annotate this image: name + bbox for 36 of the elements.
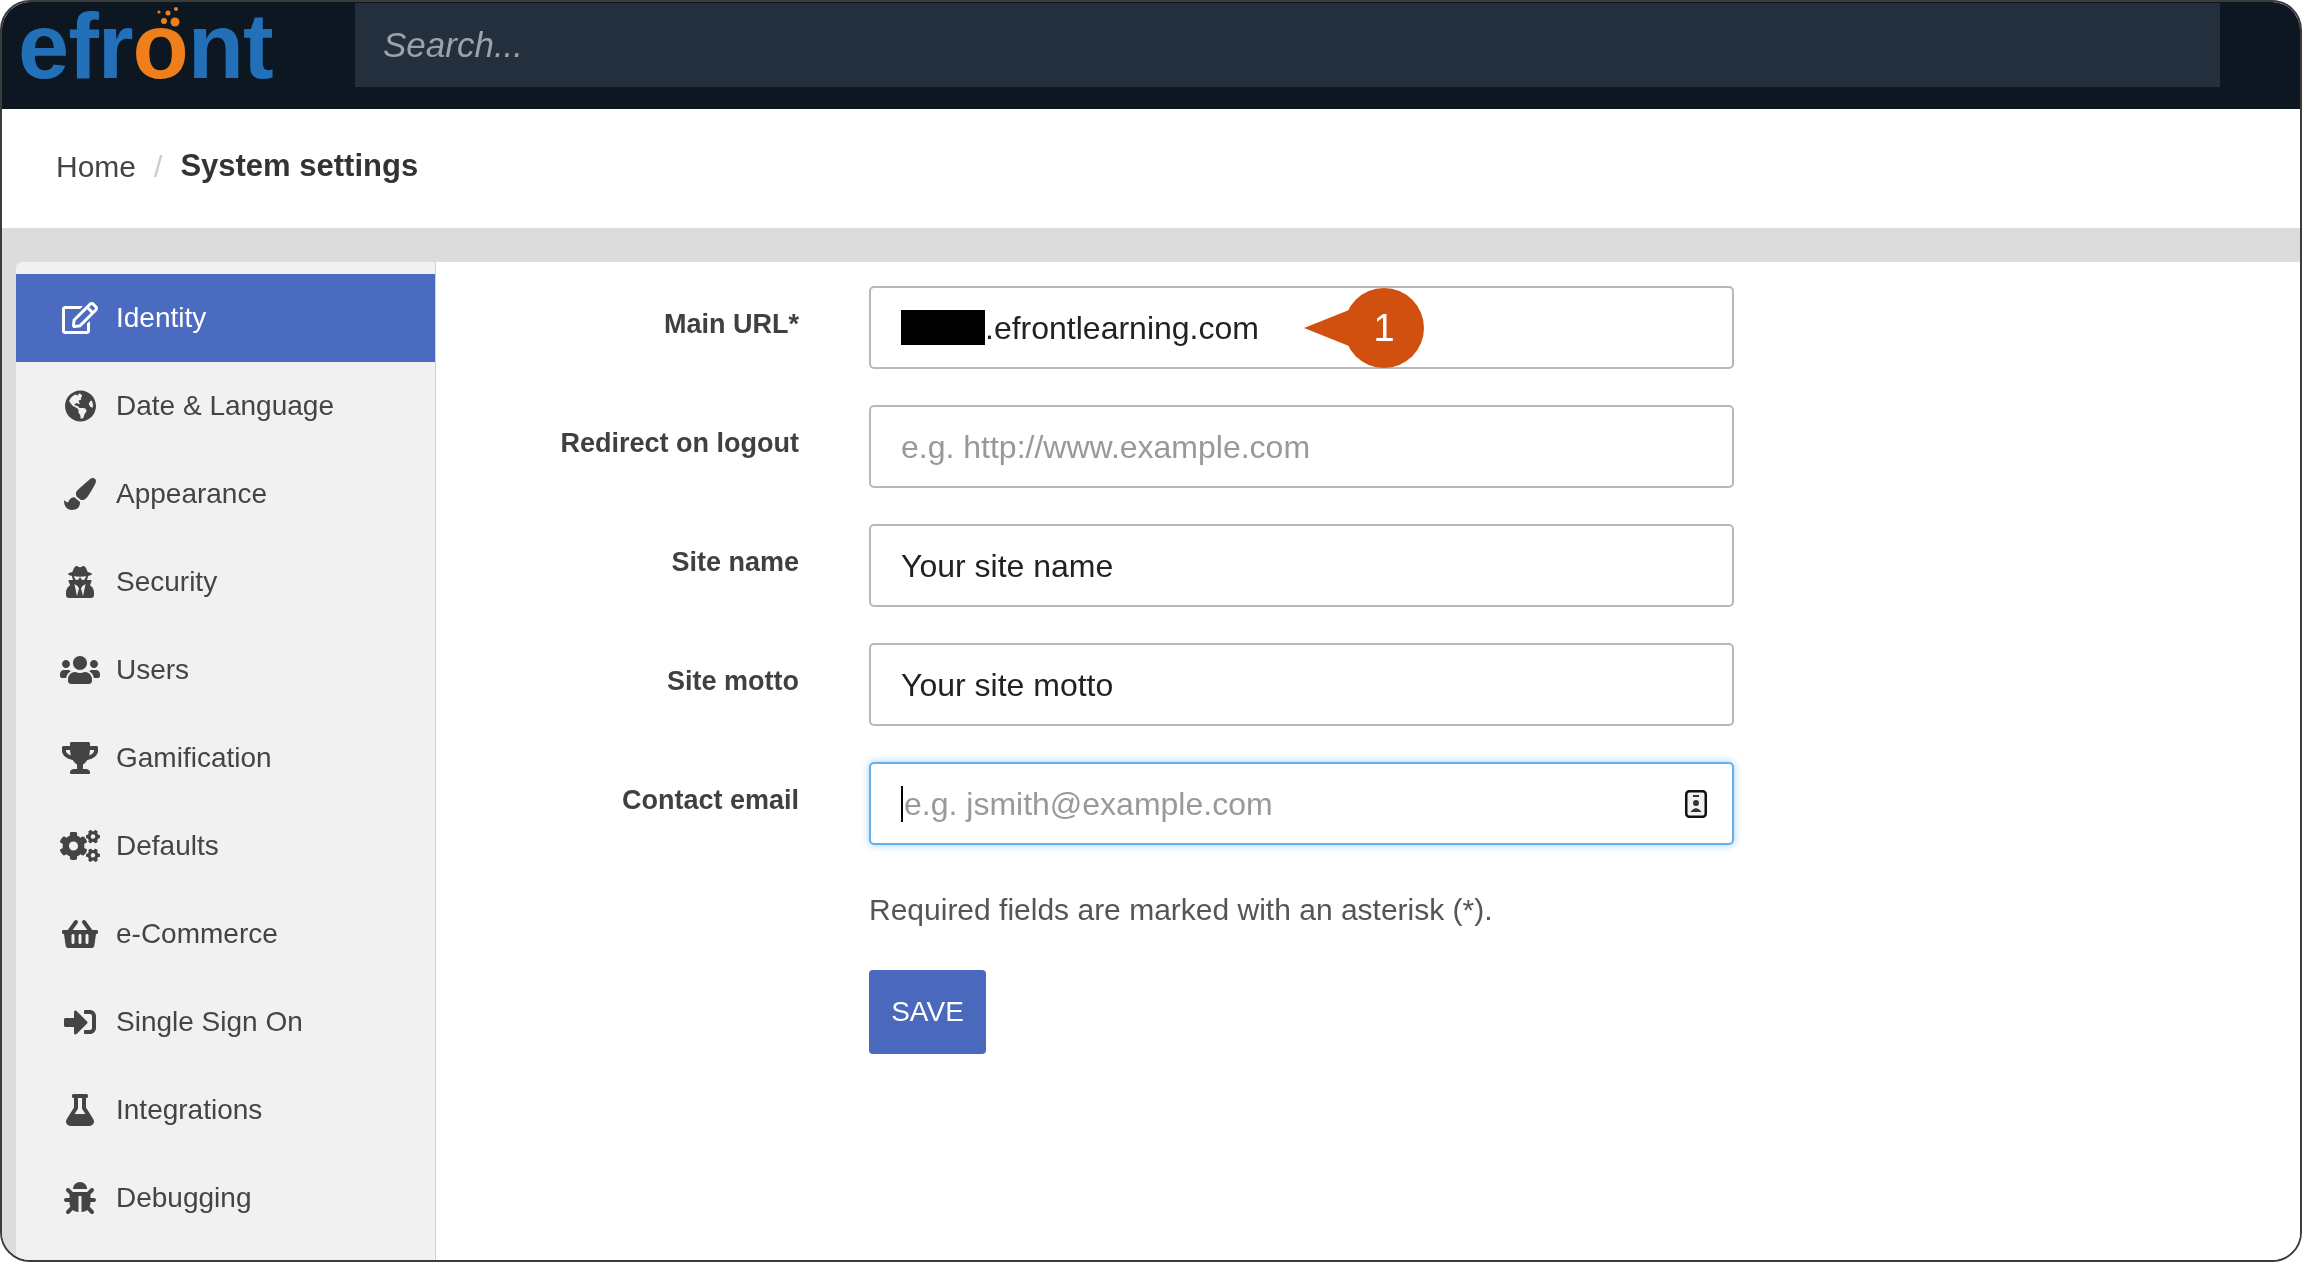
breadcrumb-separator: / — [154, 149, 163, 185]
required-note: Required fields are marked with an asterisk (*). — [869, 892, 1493, 928]
search-field[interactable]: Search... — [355, 3, 2220, 87]
field-label: Site motto — [666, 665, 799, 699]
sidebar-item[interactable]: Date & Language — [16, 362, 435, 450]
field-label: Main URL* — [663, 308, 799, 342]
edit-icon — [62, 302, 98, 334]
contact-card-icon[interactable] — [1685, 789, 1707, 818]
breadcrumb-link[interactable]: Home — [56, 144, 137, 189]
sidebar-item[interactable]: Integrations — [16, 1066, 435, 1154]
input-field[interactable]: Your site motto — [869, 643, 1734, 726]
flask-icon — [66, 1094, 94, 1126]
bug-icon — [64, 1182, 96, 1214]
sidebar-item[interactable]: Identity — [16, 274, 435, 362]
sidebar-item[interactable]: Appearance — [16, 450, 435, 538]
trophy-icon — [62, 742, 98, 774]
basket-icon — [62, 918, 98, 950]
sidebar-item[interactable]: Users — [16, 626, 435, 714]
sidebar-item[interactable]: Gamification — [16, 714, 435, 802]
spy-icon — [66, 566, 94, 598]
breadcrumb-current: System settings — [180, 147, 419, 186]
sidebar-item[interactable]: Defaults — [16, 802, 435, 890]
users-icon — [60, 654, 100, 686]
paintbrush-icon — [64, 478, 96, 510]
sidebar-item[interactable]: Single Sign On — [16, 978, 435, 1066]
field-label: Site name — [670, 546, 799, 580]
sidebar-item[interactable]: Debugging — [16, 1154, 435, 1242]
logo[interactable]: efront — [18, 6, 273, 86]
globe-icon — [64, 390, 96, 422]
sidebar-item[interactable]: e-Commerce — [16, 890, 435, 978]
gears-icon — [60, 830, 100, 862]
input-field[interactable]: Your site name — [869, 524, 1734, 607]
save-button[interactable]: SAVE — [869, 970, 986, 1054]
field-label: Contact email — [620, 784, 799, 818]
field-label: Redirect on logout — [559, 427, 799, 461]
sidebar-item[interactable]: Security — [16, 538, 435, 626]
